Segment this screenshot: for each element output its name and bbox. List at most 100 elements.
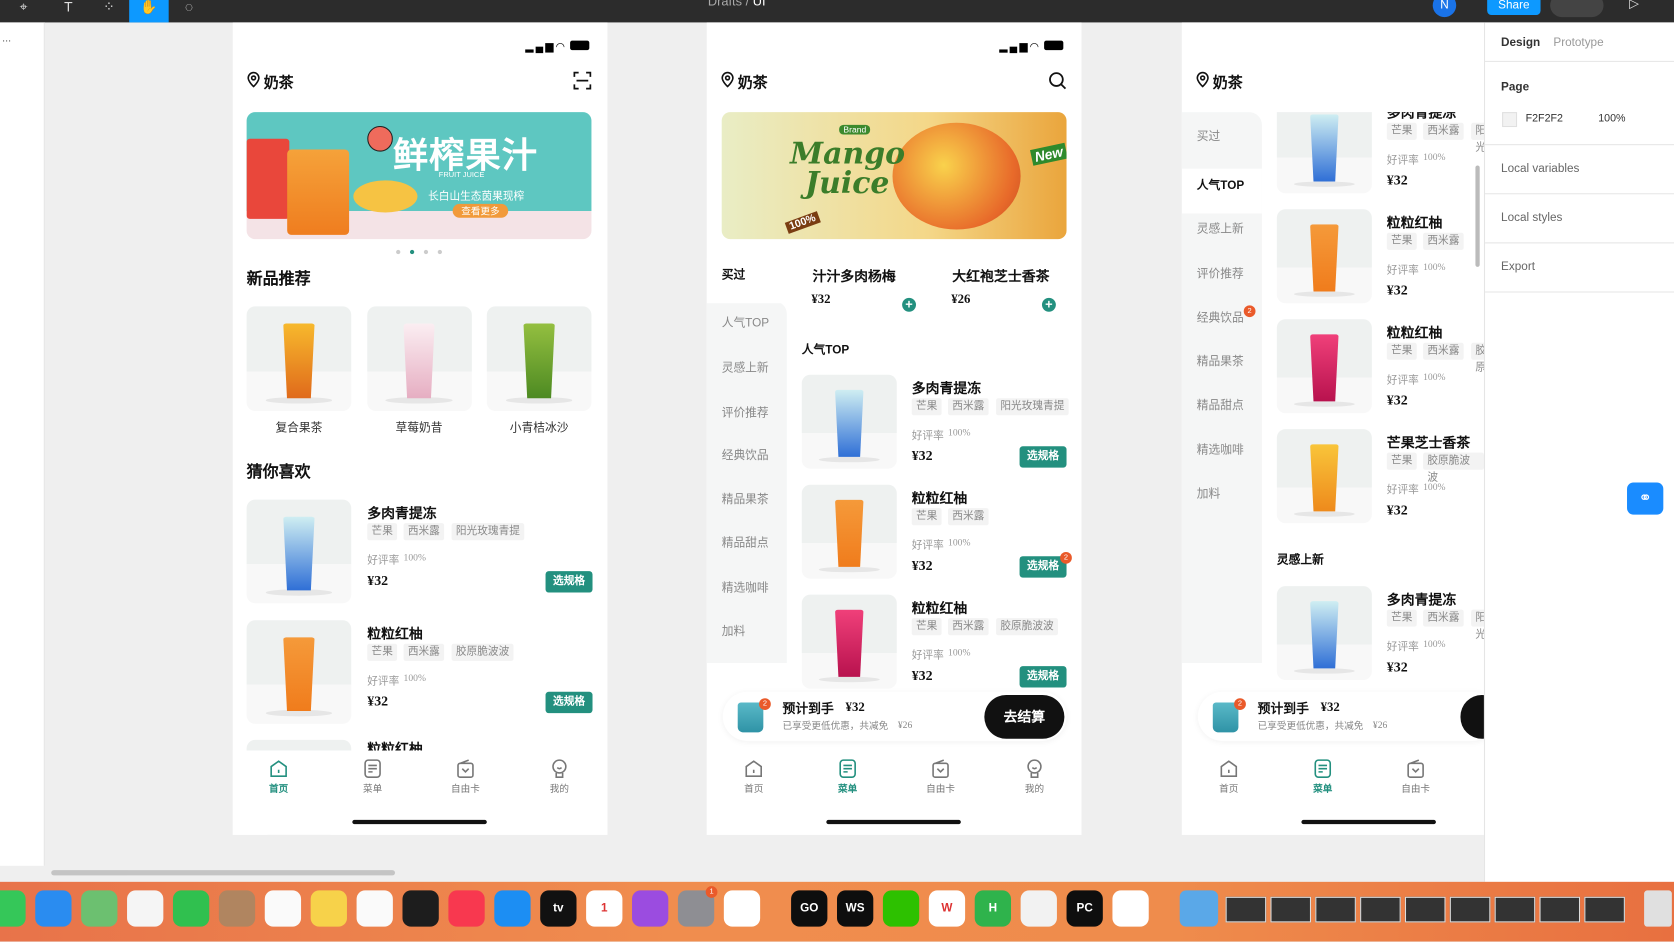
product-image[interactable] <box>1276 319 1372 414</box>
product-image[interactable] <box>801 594 897 689</box>
select-spec-button[interactable]: 选规格 <box>1019 666 1067 688</box>
dock-goland-icon[interactable]: GO <box>791 890 828 927</box>
dock-maps-icon[interactable] <box>81 890 118 927</box>
product-name[interactable]: 多肉青提冻 <box>367 502 436 522</box>
dock-mail-icon[interactable] <box>35 890 72 927</box>
dock-chrome-icon[interactable] <box>723 890 761 927</box>
dock-downloads-folder-icon[interactable] <box>1179 890 1219 927</box>
vertical-scrollbar[interactable] <box>1475 165 1480 267</box>
tab-prototype[interactable]: Prototype <box>1553 36 1603 49</box>
product-image[interactable] <box>801 484 897 579</box>
sidebar-item[interactable]: 人气TOP <box>722 314 769 331</box>
promo-banner[interactable]: 鲜榨果汁 FRUIT JUICE 长白山生态茵果现榨 查看更多 <box>246 112 592 240</box>
select-spec-button[interactable]: 选规格 <box>545 691 593 714</box>
dock-window-thumbnail[interactable] <box>1494 896 1536 923</box>
page-color-value[interactable]: F2F2F2 <box>1526 113 1563 125</box>
sidebar-item[interactable]: 精品甜点 <box>1197 396 1244 413</box>
tab-profile[interactable]: 我的 <box>536 758 583 795</box>
product-name[interactable]: 多肉青提冻 <box>912 377 981 397</box>
sidebar-item[interactable]: 评价推荐 <box>1197 265 1244 282</box>
dock-contacts-icon[interactable] <box>218 890 256 927</box>
dock-chat-icon[interactable] <box>1020 890 1057 927</box>
carousel-dot[interactable] <box>396 249 401 255</box>
dock-notes-icon[interactable] <box>310 890 347 927</box>
tab-menu[interactable]: 菜单 <box>824 758 871 795</box>
dock-pycharm-icon[interactable]: PC <box>1066 890 1103 927</box>
local-styles[interactable]: Local styles <box>1501 211 1562 224</box>
page-opacity-value[interactable]: 100% <box>1598 113 1625 125</box>
sidebar-item[interactable]: 灵感上新 <box>722 359 769 376</box>
breadcrumb[interactable]: Drafts / UI <box>708 0 766 9</box>
sidebar-item[interactable]: 精选咖啡 <box>722 579 769 596</box>
product-image[interactable] <box>246 499 352 604</box>
product-image[interactable] <box>1276 209 1372 304</box>
dock-trash-icon[interactable] <box>1644 890 1672 927</box>
product-name[interactable]: 多肉青提冻 <box>1387 588 1456 608</box>
tab-menu[interactable]: 菜单 <box>1299 758 1346 795</box>
checkout-button[interactable]: 去结算 <box>984 695 1065 739</box>
sidebar-item[interactable]: 经典饮品 <box>722 446 769 463</box>
sidebar-item[interactable]: 精品果茶 <box>722 490 769 507</box>
page-color-swatch[interactable] <box>1502 112 1518 128</box>
carousel-dot[interactable] <box>423 249 429 255</box>
tab-profile[interactable]: 我的 <box>1011 758 1058 795</box>
product-name[interactable]: 芒果芝士香茶 <box>1387 431 1470 451</box>
new-product-image[interactable] <box>486 306 592 412</box>
new-product-image[interactable] <box>366 306 472 412</box>
banner-cta[interactable]: 查看更多 <box>452 203 509 218</box>
dock-reminders-icon[interactable] <box>264 890 302 927</box>
sidebar-item[interactable]: 灵感上新 <box>1197 220 1244 237</box>
dock-window-thumbnail[interactable] <box>1360 896 1401 923</box>
product-name[interactable]: 粒粒红柚 <box>912 487 968 507</box>
dock-tv-icon[interactable]: tv <box>540 890 577 927</box>
horizontal-scrollbar[interactable] <box>51 870 396 876</box>
product-name[interactable]: 粒粒红柚 <box>1387 321 1443 341</box>
dock-terminal-icon[interactable] <box>402 890 439 927</box>
product-image[interactable] <box>1276 429 1372 524</box>
dev-mode-toggle[interactable] <box>1550 0 1604 18</box>
dock-wps-icon[interactable]: W <box>928 890 966 927</box>
tab-card[interactable]: 自由卡 <box>1392 758 1439 795</box>
select-spec-button[interactable]: 选规格 <box>545 571 593 593</box>
sidebar-item[interactable]: 经典饮品 <box>1197 309 1244 326</box>
bought-item-name[interactable]: 大红袍芝士香茶 <box>952 265 1049 285</box>
product-image[interactable] <box>801 374 897 469</box>
sidebar-item[interactable]: 精品甜点 <box>722 534 769 551</box>
tab-home[interactable]: 首页 <box>1205 758 1252 795</box>
search-icon[interactable] <box>1048 72 1067 95</box>
present-icon[interactable]: ▷ <box>1629 0 1639 11</box>
sidebar-item[interactable]: 人气TOP <box>1197 176 1244 193</box>
dock-hbuilder-icon[interactable]: H <box>974 890 1012 927</box>
dock-window-thumbnail[interactable] <box>1449 896 1491 923</box>
local-variables[interactable]: Local variables <box>1501 162 1579 175</box>
move-tool-icon[interactable]: ⌖ <box>9 0 39 22</box>
tab-card[interactable]: 自由卡 <box>917 758 964 795</box>
dock-window-thumbnail[interactable] <box>1584 896 1625 923</box>
breadcrumb-drafts[interactable]: Drafts <box>708 0 742 9</box>
export-section[interactable]: Export <box>1501 260 1535 273</box>
dock-calendar-icon[interactable]: 1 <box>586 890 623 927</box>
text-tool-icon[interactable]: T <box>53 0 83 22</box>
comment-tool-icon[interactable]: ◌ <box>174 0 204 22</box>
dock-window-thumbnail[interactable] <box>1315 896 1356 923</box>
carousel-dot[interactable] <box>437 249 442 255</box>
hand-tool-icon[interactable]: ✋ <box>129 0 169 23</box>
dock-window-thumbnail[interactable] <box>1404 896 1446 923</box>
dock-app-store-icon[interactable] <box>494 890 531 927</box>
bought-item-name[interactable]: 汁汁多肉杨梅 <box>812 265 895 285</box>
scan-icon[interactable] <box>573 71 592 95</box>
tab-home[interactable]: 首页 <box>255 758 302 795</box>
share-button[interactable]: Share <box>1487 0 1541 15</box>
tab-menu[interactable]: 菜单 <box>349 758 396 795</box>
sidebar-item[interactable]: 加料 <box>1197 485 1220 502</box>
dock-window-thumbnail[interactable] <box>1270 896 1312 923</box>
location-name[interactable]: 奶茶 <box>264 72 294 93</box>
product-name[interactable]: 粒粒红柚 <box>1387 211 1443 231</box>
tab-card[interactable]: 自由卡 <box>442 758 489 795</box>
dock-messages-icon[interactable] <box>0 890 26 927</box>
location-name[interactable]: 奶茶 <box>738 72 768 93</box>
sidebar-item[interactable]: 加料 <box>722 622 745 639</box>
file-name[interactable]: UI <box>753 0 766 9</box>
new-product-name[interactable]: 草莓奶昔 <box>367 418 472 435</box>
dock-webstorm-icon[interactable]: WS <box>836 890 874 927</box>
